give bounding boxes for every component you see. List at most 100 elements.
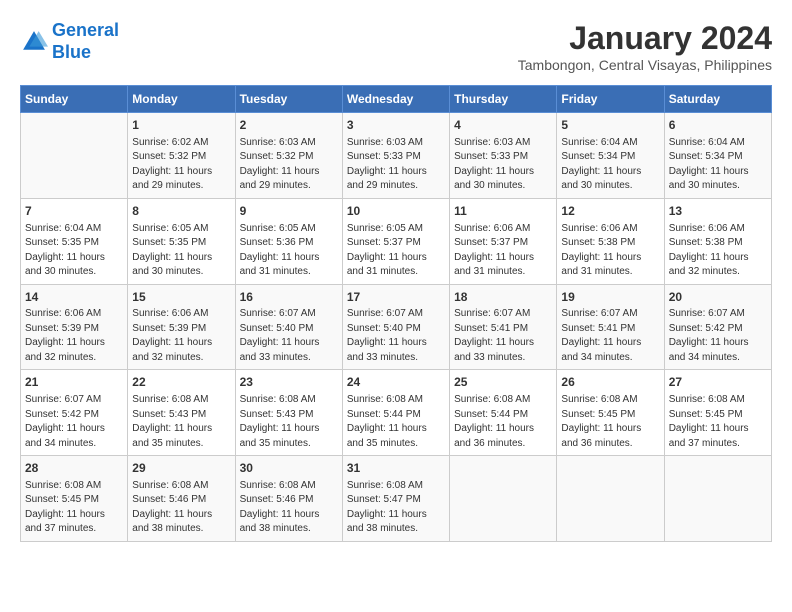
calendar-cell: 27Sunrise: 6:08 AM Sunset: 5:45 PM Dayli… [664,370,771,456]
day-number: 16 [240,289,338,306]
calendar-cell: 12 Sunrise: 6:06 AM Sunset: 5:38 PM Dayli… [557,198,664,284]
calendar-cell: 20Sunrise: 6:07 AM Sunset: 5:42 PM Dayli… [664,284,771,370]
day-number: 30 [240,460,338,477]
day-number: 11 [454,203,552,220]
day-number: 1 [132,117,230,134]
day-number: 7 [25,203,123,220]
day-info: Sunrise: 6:03 AM Sunset: 5:32 PM Dayligh… [240,136,338,194]
header-row: SundayMondayTuesdayWednesdayThursdayFrid… [21,86,772,113]
calendar-cell [557,456,664,542]
logo-blue: Blue [52,42,119,64]
header: General Blue January 2024 Tambongon, Cen… [20,20,772,73]
day-info: Sunrise: 6:07 AM Sunset: 5:41 PM Dayligh… [561,307,659,365]
column-header-monday: Monday [128,86,235,113]
day-number: 10 [347,203,445,220]
calendar-cell: 3 Sunrise: 6:03 AM Sunset: 5:33 PM Daylig… [342,113,449,199]
day-info: Sunrise: 6:08 AM Sunset: 5:45 PM Dayligh… [561,393,659,451]
day-info: Sunrise: 6:08 AM Sunset: 5:45 PM Dayligh… [25,479,123,537]
day-info: Sunrise: 6:03 AM Sunset: 5:33 PM Dayligh… [347,136,445,194]
day-number: 28 [25,460,123,477]
day-number: 2 [240,117,338,134]
day-info: Sunrise: 6:04 AM Sunset: 5:34 PM Dayligh… [561,136,659,194]
logo-icon [20,28,48,56]
calendar-header: SundayMondayTuesdayWednesdayThursdayFrid… [21,86,772,113]
day-info: Sunrise: 6:06 AM Sunset: 5:38 PM Dayligh… [669,222,767,280]
day-number: 23 [240,374,338,391]
calendar-cell: 24 Sunrise: 6:08 AM Sunset: 5:44 PM Dayli… [342,370,449,456]
calendar-cell: 7Sunrise: 6:04 AM Sunset: 5:35 PM Daylig… [21,198,128,284]
calendar-cell: 10 Sunrise: 6:05 AM Sunset: 5:37 PM Dayli… [342,198,449,284]
day-number: 25 [454,374,552,391]
calendar-table: SundayMondayTuesdayWednesdayThursdayFrid… [20,85,772,542]
calendar-week-row: 14Sunrise: 6:06 AM Sunset: 5:39 PM Dayli… [21,284,772,370]
calendar-cell: 5 Sunrise: 6:04 AM Sunset: 5:34 PM Daylig… [557,113,664,199]
day-info: Sunrise: 6:07 AM Sunset: 5:40 PM Dayligh… [347,307,445,365]
day-info: Sunrise: 6:06 AM Sunset: 5:38 PM Dayligh… [561,222,659,280]
calendar-cell: 31Sunrise: 6:08 AM Sunset: 5:47 PM Dayli… [342,456,449,542]
day-info: Sunrise: 6:08 AM Sunset: 5:45 PM Dayligh… [669,393,767,451]
column-header-sunday: Sunday [21,86,128,113]
calendar-cell: 23 Sunrise: 6:08 AM Sunset: 5:43 PM Dayli… [235,370,342,456]
column-header-friday: Friday [557,86,664,113]
calendar-cell: 15Sunrise: 6:06 AM Sunset: 5:39 PM Dayli… [128,284,235,370]
day-info: Sunrise: 6:08 AM Sunset: 5:43 PM Dayligh… [132,393,230,451]
calendar-body: 1 Sunrise: 6:02 AM Sunset: 5:32 PM Daylig… [21,113,772,542]
calendar-cell: 11 Sunrise: 6:06 AM Sunset: 5:37 PM Dayli… [450,198,557,284]
day-info: Sunrise: 6:04 AM Sunset: 5:34 PM Dayligh… [669,136,767,194]
calendar-cell: 16Sunrise: 6:07 AM Sunset: 5:40 PM Dayli… [235,284,342,370]
calendar-cell: 18Sunrise: 6:07 AM Sunset: 5:41 PM Dayli… [450,284,557,370]
calendar-cell: 30 Sunrise: 6:08 AM Sunset: 5:46 PM Dayli… [235,456,342,542]
day-info: Sunrise: 6:06 AM Sunset: 5:39 PM Dayligh… [25,307,123,365]
day-number: 19 [561,289,659,306]
day-info: Sunrise: 6:03 AM Sunset: 5:33 PM Dayligh… [454,136,552,194]
day-number: 6 [669,117,767,134]
calendar-cell: 26Sunrise: 6:08 AM Sunset: 5:45 PM Dayli… [557,370,664,456]
column-header-thursday: Thursday [450,86,557,113]
day-number: 14 [25,289,123,306]
calendar-cell [450,456,557,542]
calendar-cell: 17Sunrise: 6:07 AM Sunset: 5:40 PM Dayli… [342,284,449,370]
day-info: Sunrise: 6:08 AM Sunset: 5:44 PM Dayligh… [347,393,445,451]
day-number: 20 [669,289,767,306]
day-number: 4 [454,117,552,134]
day-info: Sunrise: 6:08 AM Sunset: 5:46 PM Dayligh… [132,479,230,537]
day-info: Sunrise: 6:08 AM Sunset: 5:46 PM Dayligh… [240,479,338,537]
calendar-cell: 19Sunrise: 6:07 AM Sunset: 5:41 PM Dayli… [557,284,664,370]
day-number: 13 [669,203,767,220]
calendar-cell [21,113,128,199]
day-info: Sunrise: 6:08 AM Sunset: 5:43 PM Dayligh… [240,393,338,451]
day-number: 15 [132,289,230,306]
logo-general: General [52,20,119,40]
day-number: 17 [347,289,445,306]
day-number: 24 [347,374,445,391]
day-info: Sunrise: 6:02 AM Sunset: 5:32 PM Dayligh… [132,136,230,194]
calendar-cell: 13 Sunrise: 6:06 AM Sunset: 5:38 PM Dayli… [664,198,771,284]
day-info: Sunrise: 6:07 AM Sunset: 5:42 PM Dayligh… [669,307,767,365]
day-number: 22 [132,374,230,391]
day-number: 12 [561,203,659,220]
main-title: January 2024 [518,20,772,57]
day-info: Sunrise: 6:07 AM Sunset: 5:41 PM Dayligh… [454,307,552,365]
calendar-cell: 25Sunrise: 6:08 AM Sunset: 5:44 PM Dayli… [450,370,557,456]
day-number: 29 [132,460,230,477]
calendar-cell: 22 Sunrise: 6:08 AM Sunset: 5:43 PM Dayli… [128,370,235,456]
column-header-saturday: Saturday [664,86,771,113]
day-number: 3 [347,117,445,134]
calendar-cell [664,456,771,542]
calendar-cell: 4 Sunrise: 6:03 AM Sunset: 5:33 PM Daylig… [450,113,557,199]
calendar-cell: 8Sunrise: 6:05 AM Sunset: 5:35 PM Daylig… [128,198,235,284]
calendar-week-row: 28 Sunrise: 6:08 AM Sunset: 5:45 PM Dayli… [21,456,772,542]
calendar-cell: 21Sunrise: 6:07 AM Sunset: 5:42 PM Dayli… [21,370,128,456]
day-info: Sunrise: 6:08 AM Sunset: 5:47 PM Dayligh… [347,479,445,537]
day-info: Sunrise: 6:06 AM Sunset: 5:37 PM Dayligh… [454,222,552,280]
calendar-cell: 2 Sunrise: 6:03 AM Sunset: 5:32 PM Daylig… [235,113,342,199]
calendar-cell: 29 Sunrise: 6:08 AM Sunset: 5:46 PM Dayli… [128,456,235,542]
day-info: Sunrise: 6:05 AM Sunset: 5:36 PM Dayligh… [240,222,338,280]
day-info: Sunrise: 6:07 AM Sunset: 5:40 PM Dayligh… [240,307,338,365]
title-area: January 2024 Tambongon, Central Visayas,… [518,20,772,73]
day-number: 18 [454,289,552,306]
day-number: 5 [561,117,659,134]
day-info: Sunrise: 6:05 AM Sunset: 5:37 PM Dayligh… [347,222,445,280]
day-number: 21 [25,374,123,391]
calendar-week-row: 21Sunrise: 6:07 AM Sunset: 5:42 PM Dayli… [21,370,772,456]
